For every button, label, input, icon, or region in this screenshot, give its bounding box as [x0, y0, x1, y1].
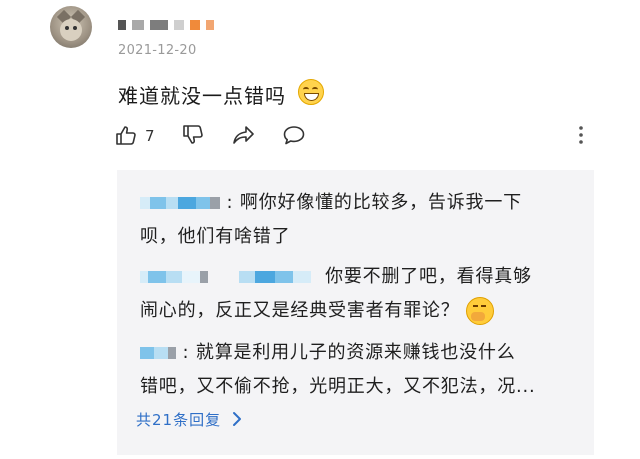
thumbs-down-icon[interactable] [182, 124, 204, 146]
redacted-username[interactable] [140, 192, 227, 213]
reply-3[interactable]: : 就算是利用儿子的资源来赚钱也没什么 错吧，又不偷不抢，光明正大，又不犯法，况… [140, 336, 536, 404]
reply-2[interactable]: 你要不删了吧，看得真够 闹心的，反正又是经典受害者有罪论？ [140, 260, 532, 328]
reply-text-line1: 你要不删了吧，看得真够 [325, 266, 532, 287]
thumbs-up-icon[interactable] [115, 124, 137, 146]
redacted-username-2[interactable] [238, 266, 311, 287]
redacted-username[interactable] [140, 266, 215, 287]
reply-text-line1: : 就算是利用儿子的资源来赚钱也没什么 [182, 342, 516, 363]
share-icon[interactable] [232, 124, 256, 146]
angry-emoji [466, 297, 495, 325]
comment-bubble-icon[interactable] [282, 124, 306, 146]
redacted-username[interactable] [140, 342, 183, 363]
like-count: 7 [145, 127, 155, 145]
post-date: 2021-12-20 [118, 43, 197, 58]
reply-text-line2: 错吧，又不偷不抢，光明正大，又不犯法，况... [140, 376, 536, 397]
chevron-right-icon[interactable] [231, 410, 243, 428]
avatar[interactable] [50, 6, 92, 48]
comment-text: 难道就没一点错吗 [118, 84, 286, 108]
reply-text-line2: 呗，他们有啥错了 [140, 226, 291, 247]
more-options-icon[interactable] [574, 124, 588, 146]
reply-1[interactable]: : 啊你好像懂的比较多，告诉我一下 呗，他们有啥错了 [140, 186, 522, 254]
reply-text-line1: : 啊你好像懂的比较多，告诉我一下 [226, 192, 522, 213]
laughing-emoji [298, 79, 324, 105]
username-redacted[interactable] [118, 17, 220, 33]
reply-text-line2: 闹心的，反正又是经典受害者有罪论？ [140, 300, 460, 321]
view-more-replies-link[interactable]: 共21条回复 [136, 409, 221, 430]
